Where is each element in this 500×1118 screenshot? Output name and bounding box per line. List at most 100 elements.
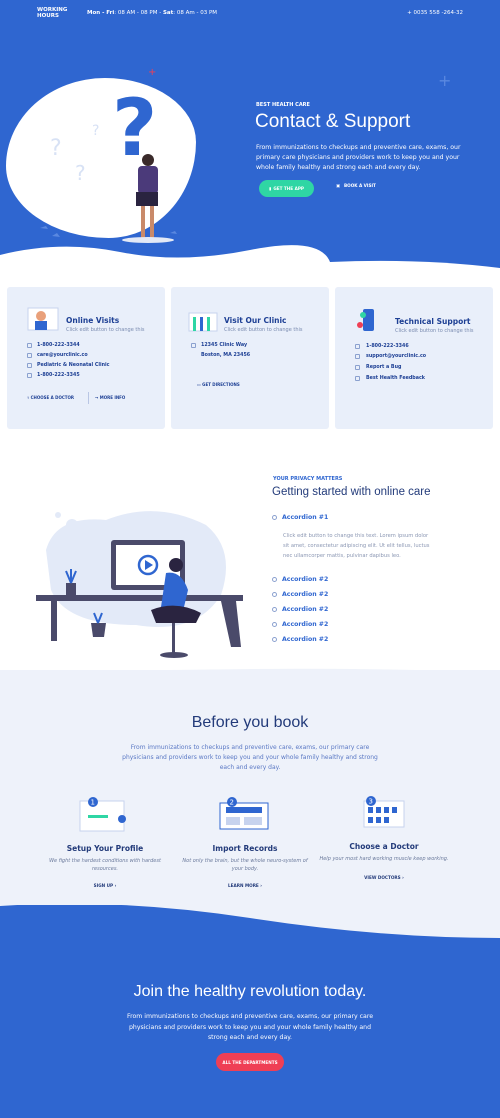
card-item[interactable]: care@yourclinic.co: [37, 353, 88, 358]
book-title: Before you book: [191, 714, 309, 731]
email-icon: [27, 353, 32, 358]
divider: [88, 392, 89, 404]
step-title: Import Records: [212, 844, 278, 853]
weekday-label: Mon - Fri: [87, 10, 115, 16]
phone-icon: [27, 343, 32, 348]
saturday-label: Sat: [162, 10, 174, 16]
book-description: From immunizations to checkups and preve…: [122, 744, 378, 771]
accordion-circle-icon: [272, 592, 277, 597]
card-item[interactable]: 1-800-222-3346: [366, 344, 409, 349]
accordion-label: Accordion #2: [282, 576, 329, 583]
accordion-label: Accordion #2: [282, 591, 329, 598]
page-title: Contact & Support: [255, 111, 411, 132]
choose-doctor-icon: 3: [363, 796, 405, 828]
step-number: 2: [230, 799, 234, 807]
phone-icon: [27, 373, 32, 378]
accordion-circle-icon: [272, 607, 277, 612]
phone-number[interactable]: + 0035 558 -264-32: [407, 10, 463, 16]
accordion-circle-icon: [272, 622, 277, 627]
accordion-circle-icon: [272, 577, 277, 582]
card-item[interactable]: Report a Bug: [366, 365, 401, 370]
svg-text:?: ?: [75, 161, 86, 185]
online-visits-card: Online Visits Click edit button to chang…: [7, 287, 165, 429]
get-the-app-label: GET THE APP: [273, 186, 304, 191]
hero-eyebrow: BEST HEALTH CARE: [256, 102, 310, 108]
saturday-hours: : 08 Am - 03 PM: [173, 10, 218, 16]
question-woman-illustration: ? ? ? ?: [40, 84, 177, 243]
accordion-item[interactable]: Accordion #2: [272, 636, 328, 643]
card-title: Visit Our Clinic: [224, 316, 287, 325]
weekday-hours: : 08 AM - 08 PM -: [114, 10, 162, 16]
card-item[interactable]: Best Health Feedback: [366, 376, 425, 381]
accordion-item[interactable]: Accordion #2: [272, 621, 328, 628]
sign-up-link[interactable]: SIGN UP ›: [55, 883, 155, 888]
card-item[interactable]: 1-800-222-3345: [37, 373, 80, 378]
card-title: Technical Support: [395, 317, 471, 326]
book-a-visit-button[interactable]: ▣ BOOK A VISIT: [336, 183, 376, 188]
choose-a-doctor-link[interactable]: ⚕ CHOOSE A DOCTOR: [27, 395, 74, 400]
all-departments-button[interactable]: ALL THE DEPARTMENTS: [216, 1053, 284, 1071]
bug-icon: [355, 365, 360, 370]
privacy-title: Getting started with online care: [272, 486, 431, 498]
online-care-illustration: [36, 511, 243, 658]
accordion-item[interactable]: Accordion #2: [272, 606, 328, 613]
doctor-avatar-icon: [27, 307, 59, 331]
card-subtitle: Click edit button to change this: [224, 327, 303, 333]
phone-support-icon: [357, 309, 374, 331]
step-title: Choose a Doctor: [349, 842, 419, 851]
learn-more-link[interactable]: LEARN MORE ›: [195, 883, 295, 888]
step-number: 3: [369, 798, 373, 806]
import-records-icon: 2: [219, 797, 269, 830]
card-title: Online Visits: [66, 316, 120, 325]
step-number: 1: [91, 799, 95, 807]
get-directions-link[interactable]: ▭ GET DIRECTIONS: [197, 382, 240, 387]
privacy-eyebrow: YOUR PRIVACY MATTERS: [273, 476, 343, 482]
cta-title: Join the healthy revolution today.: [133, 983, 367, 1000]
location-icon: [27, 363, 32, 368]
accordion-label: Accordion #1: [282, 514, 329, 521]
accordion-label: Accordion #2: [282, 621, 329, 628]
technical-support-card: Technical Support Click edit button to c…: [335, 287, 493, 429]
top-bar: WORKING HOURS Mon - Fri: 08 AM - 08 PM -…: [0, 0, 500, 26]
footer-wave: [0, 898, 500, 938]
phone-icon: ▮: [269, 186, 272, 191]
step-title: Setup Your Profile: [66, 844, 144, 853]
accordion-item[interactable]: Accordion #2: [272, 576, 328, 583]
svg-text:+: +: [148, 67, 156, 78]
calendar-icon: ▣: [336, 183, 340, 188]
svg-text:+: +: [438, 71, 451, 90]
clinic-building-icon: [188, 312, 218, 332]
get-directions-label: GET DIRECTIONS: [202, 382, 240, 387]
working-hours-text: Mon - Fri: 08 AM - 08 PM - Sat: 08 Am - …: [87, 10, 217, 16]
svg-text:?: ?: [50, 136, 62, 161]
get-the-app-button[interactable]: ▮ GET THE APP: [259, 180, 314, 197]
visit-clinic-card: Visit Our Clinic Click edit button to ch…: [171, 287, 329, 429]
step-description: Not only the brain, but the whole neuro-…: [182, 858, 308, 872]
hero-description: From immunizations to checkups and preve…: [256, 144, 461, 171]
accordion-label: Accordion #2: [282, 636, 329, 643]
card-item: Boston, MA 23456: [201, 353, 251, 358]
accordion-label: Accordion #2: [282, 606, 329, 613]
accordion-item-open[interactable]: Accordion #1: [272, 514, 328, 521]
setup-profile-icon: 1: [79, 797, 126, 832]
more-info-link[interactable]: → MORE INFO: [95, 395, 125, 400]
card-item[interactable]: Pediatric & Neonatal Clinic: [37, 363, 110, 368]
view-doctors-link[interactable]: VIEW DOCTORS ›: [334, 875, 434, 880]
choose-a-doctor-label: CHOOSE A DOCTOR: [30, 395, 75, 400]
phone-icon: [355, 344, 360, 349]
more-info-label: MORE INFO: [99, 395, 126, 400]
location-icon: [191, 343, 196, 348]
accordion-body: Click edit button to change this text. L…: [283, 533, 430, 559]
card-item[interactable]: 1-800-222-3344: [37, 343, 80, 348]
card-item[interactable]: support@yourclinic.co: [366, 354, 426, 359]
working-hours-label: WORKING HOURS: [37, 6, 68, 20]
card-subtitle: Click edit button to change this: [395, 328, 474, 334]
cta-description: From immunizations to checkups and preve…: [126, 1013, 374, 1041]
step-description: We fight the hardest conditions with har…: [49, 858, 161, 872]
accordion-item[interactable]: Accordion #2: [272, 591, 328, 598]
feedback-icon: [355, 376, 360, 381]
accordion-circle-icon: [272, 515, 277, 520]
step-description: Help your most hard working muscle keep …: [319, 856, 449, 862]
card-item: 12345 Clinic Way: [201, 343, 248, 348]
email-icon: [355, 354, 360, 359]
